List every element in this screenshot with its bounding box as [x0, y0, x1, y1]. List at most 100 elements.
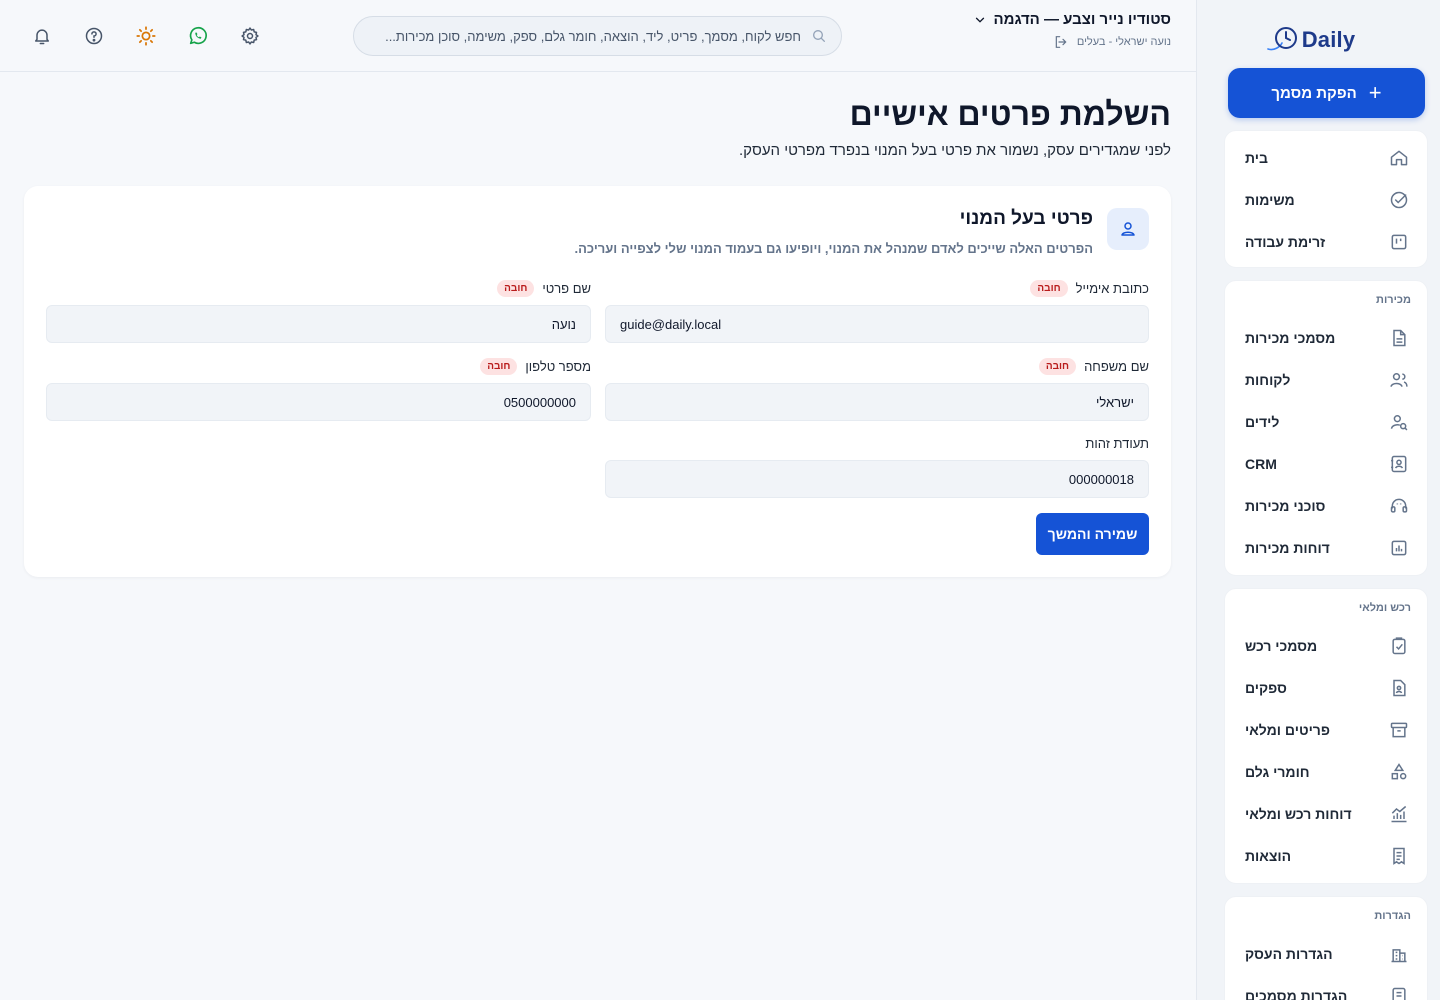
business-switcher[interactable]: סטודיו נייר וצבע — הדגמה נועה ישראלי - ב… [973, 11, 1171, 50]
contact-card-icon [1389, 454, 1409, 474]
section-title-procurement: רכש ומלאי [1358, 602, 1411, 614]
sidebar-item-suppliers[interactable]: ספקים [1225, 667, 1427, 709]
sidebar-item-label: מסמכי מכירות [1245, 330, 1336, 346]
sidebar-item-label: משימות [1245, 192, 1295, 208]
archive-icon [1389, 720, 1409, 740]
email-label: כתובת אימייל [1075, 280, 1149, 296]
field-label-row: מספר טלפון חובה [46, 356, 591, 376]
business-name-row[interactable]: סטודיו נייר וצבע — הדגמה [973, 11, 1171, 28]
sidebar-item-items-inventory[interactable]: פריטים ומלאי [1225, 709, 1427, 751]
first-name-input[interactable] [46, 305, 591, 343]
email-field: כתובת אימייל חובה [605, 278, 1149, 343]
search-input[interactable] [368, 28, 801, 44]
phone-label: מספר טלפון [525, 358, 591, 374]
id-number-field: תעודת זהות [605, 433, 1149, 498]
sidebar-item-purchase-reports[interactable]: דוחות רכש ומלאי [1225, 793, 1427, 835]
required-badge: חובה [1038, 357, 1077, 375]
sidebar: Daily + הפקת מסמך בית משימות זרימת עבודה… [1196, 0, 1440, 1000]
sidebar-item-leads[interactable]: לידים [1225, 401, 1427, 443]
toolbar-icons [30, 24, 262, 48]
sidebar-item-label: זרימת עבודה [1245, 234, 1326, 250]
nav-procurement-card: רכש ומלאי מסמכי רכש ספקים פריטים ומלאי ח… [1224, 588, 1428, 884]
global-search[interactable] [353, 16, 842, 56]
sidebar-item-purchase-docs[interactable]: מסמכי רכש [1225, 625, 1427, 667]
shapes-icon [1389, 762, 1409, 782]
nav-settings-card: הגדרות הגדרות העסק הגדרות מסמכים [1224, 896, 1428, 1000]
page-title: השלמת פרטים אישיים [849, 96, 1171, 132]
whatsapp-icon[interactable] [186, 24, 210, 48]
check-circle-icon [1389, 190, 1409, 210]
card-title: פרטי בעל המנוי [959, 208, 1093, 229]
sidebar-item-label: בית [1245, 150, 1268, 166]
business-name: סטודיו נייר וצבע — הדגמה [993, 11, 1171, 28]
document-icon [1389, 328, 1409, 348]
search-icon [811, 28, 827, 44]
clock-logo-icon [1266, 27, 1297, 51]
line-report-icon [1389, 804, 1409, 824]
sidebar-item-label: מסמכי רכש [1245, 638, 1318, 654]
sidebar-item-customers[interactable]: לקוחות [1225, 359, 1427, 401]
sidebar-item-sales-agents[interactable]: סוכני מכירות [1225, 485, 1427, 527]
sidebar-item-business-settings[interactable]: הגדרות העסק [1225, 933, 1427, 975]
required-badge: חובה [497, 279, 535, 297]
sidebar-item-label: ספקים [1245, 680, 1287, 696]
field-label-row: כתובת אימייל חובה [605, 278, 1149, 298]
owner-details-card: פרטי בעל המנוי הפרטים האלה שייכים לאדם ש… [24, 186, 1171, 577]
last-name-input[interactable] [605, 383, 1149, 421]
sidebar-item-label: הוצאות [1245, 848, 1292, 864]
user-icon [1107, 208, 1149, 250]
last-name-label: שם משפחה [1084, 358, 1149, 374]
required-badge: חובה [1030, 279, 1068, 297]
plus-icon: + [1368, 80, 1382, 105]
sidebar-item-label: לידים [1245, 414, 1280, 430]
sidebar-item-sales-docs[interactable]: מסמכי מכירות [1225, 317, 1427, 359]
logo[interactable]: Daily [1197, 24, 1424, 56]
id-number-input[interactable] [605, 460, 1149, 498]
required-badge: חובה [480, 357, 518, 375]
help-icon[interactable] [82, 24, 106, 48]
sidebar-item-crm[interactable]: CRM [1225, 443, 1427, 485]
sidebar-item-label: לקוחות [1245, 372, 1291, 388]
new-document-label: הפקת מסמך [1271, 84, 1357, 102]
sidebar-item-tasks[interactable]: משימות [1225, 179, 1427, 221]
nav-sales-card: מכירות מסמכי מכירות לקוחות לידים CRM סוכ… [1224, 280, 1428, 576]
first-name-field: שם פרטי חובה [46, 278, 591, 343]
supplier-icon [1389, 678, 1409, 698]
sidebar-item-raw-materials[interactable]: חומרי גלם [1225, 751, 1427, 793]
sidebar-item-label: דוחות מכירות [1245, 540, 1330, 556]
users-icon [1389, 370, 1409, 390]
home-icon [1389, 148, 1409, 168]
sidebar-item-workflow[interactable]: זרימת עבודה [1225, 221, 1427, 263]
user-row: נועה ישראלי - בעלים [973, 34, 1171, 50]
email-input[interactable] [605, 305, 1149, 343]
sidebar-item-home[interactable]: בית [1225, 137, 1427, 179]
bell-icon[interactable] [30, 24, 54, 48]
sidebar-item-label: הגדרות העסק [1245, 946, 1333, 962]
kanban-icon [1389, 232, 1409, 252]
last-name-field: שם משפחה חובה [605, 356, 1149, 421]
sidebar-item-label: דוחות רכש ומלאי [1245, 806, 1352, 822]
receipt-icon [1389, 846, 1409, 866]
sidebar-item-expenses[interactable]: הוצאות [1225, 835, 1427, 877]
gear-icon[interactable] [238, 24, 262, 48]
sidebar-item-label: CRM [1245, 456, 1277, 472]
sidebar-item-label: פריטים ומלאי [1245, 722, 1330, 738]
save-continue-button[interactable]: שמירה והמשך [1036, 513, 1149, 555]
first-name-label: שם פרטי [542, 280, 591, 296]
sidebar-item-document-settings[interactable]: הגדרות מסמכים [1225, 975, 1427, 1000]
phone-input[interactable] [46, 383, 591, 421]
bar-report-icon [1389, 538, 1409, 558]
logout-icon[interactable] [1053, 34, 1069, 50]
top-bar: סטודיו נייר וצבע — הדגמה נועה ישראלי - ב… [0, 0, 1196, 72]
user-role-text: נועה ישראלי - בעלים [1076, 36, 1171, 48]
sidebar-item-label: הגדרות מסמכים [1245, 988, 1348, 1000]
headset-icon [1389, 496, 1409, 516]
logo-text: Daily [1301, 27, 1356, 52]
sidebar-item-sales-reports[interactable]: דוחות מכירות [1225, 527, 1427, 569]
building-icon [1389, 944, 1409, 964]
phone-field: מספר טלפון חובה [46, 356, 591, 421]
new-document-button[interactable]: + הפקת מסמך [1228, 68, 1425, 118]
section-title-settings: הגדרות [1374, 910, 1411, 922]
sun-icon[interactable] [134, 24, 158, 48]
id-number-label: תעודת זהות [1085, 435, 1149, 451]
